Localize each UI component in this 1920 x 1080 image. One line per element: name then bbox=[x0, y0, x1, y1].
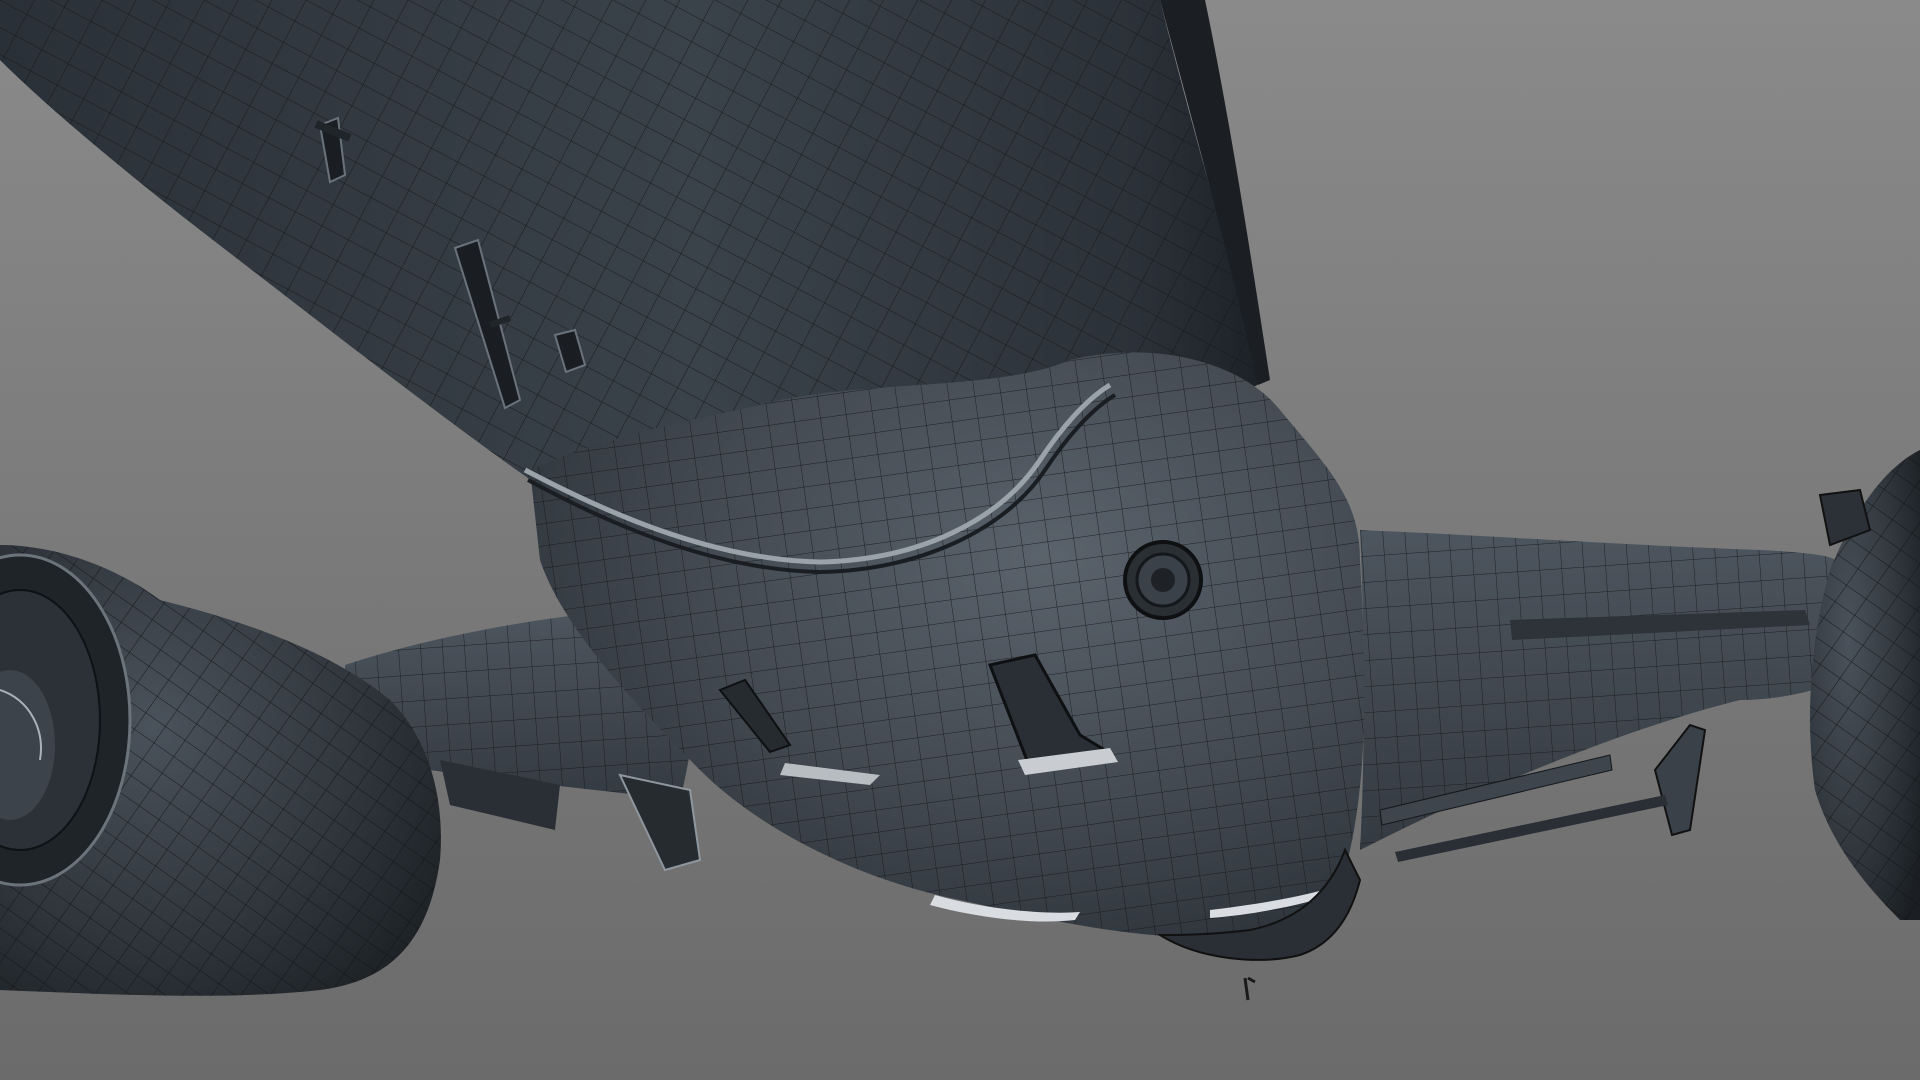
3d-viewport[interactable] bbox=[0, 0, 1920, 1080]
aircraft-wireframe-render bbox=[0, 0, 1920, 1080]
